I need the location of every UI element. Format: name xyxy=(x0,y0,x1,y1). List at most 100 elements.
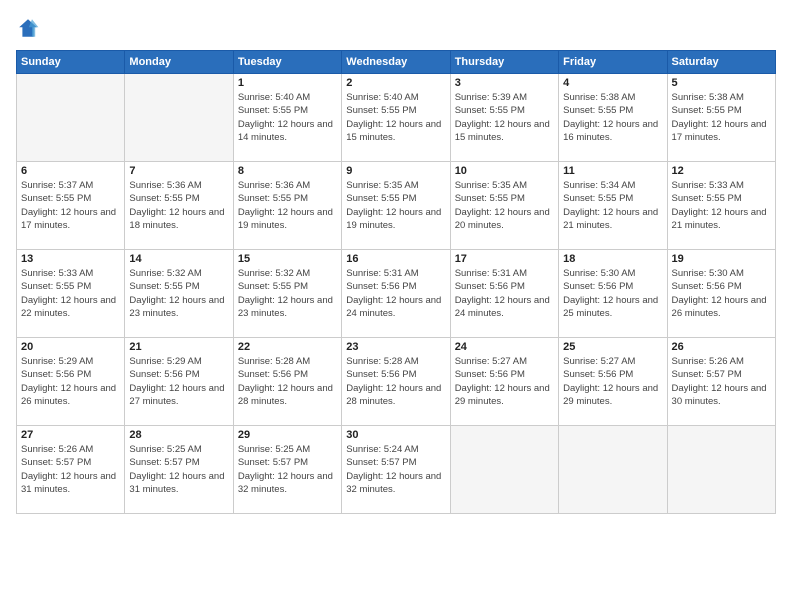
day-info: Sunrise: 5:24 AM Sunset: 5:57 PM Dayligh… xyxy=(346,443,445,496)
calendar-cell: 29 Sunrise: 5:25 AM Sunset: 5:57 PM Dayli… xyxy=(233,426,341,514)
day-info: Sunrise: 5:33 AM Sunset: 5:55 PM Dayligh… xyxy=(672,179,771,232)
day-info: Sunrise: 5:28 AM Sunset: 5:56 PM Dayligh… xyxy=(238,355,337,408)
calendar-cell: 27Sunrise: 5:26 AM Sunset: 5:57 PM Dayli… xyxy=(17,426,125,514)
day-number: 22 xyxy=(238,341,337,353)
logo xyxy=(16,16,44,40)
logo-icon xyxy=(16,16,40,40)
day-info: Sunrise: 5:31 AM Sunset: 5:56 PM Dayligh… xyxy=(346,267,445,320)
calendar-cell: 6 Sunrise: 5:37 AM Sunset: 5:55 PM Daylig… xyxy=(17,162,125,250)
calendar-cell: 10Sunrise: 5:35 AM Sunset: 5:55 PM Dayli… xyxy=(450,162,558,250)
day-number: 2 xyxy=(346,77,445,89)
calendar-cell: 23Sunrise: 5:28 AM Sunset: 5:56 PM Dayli… xyxy=(342,338,450,426)
calendar-header-thursday: Thursday xyxy=(450,51,558,74)
day-info: Sunrise: 5:39 AM Sunset: 5:55 PM Dayligh… xyxy=(455,91,554,144)
calendar-cell: 26Sunrise: 5:26 AM Sunset: 5:57 PM Dayli… xyxy=(667,338,775,426)
day-info: Sunrise: 5:35 AM Sunset: 5:55 PM Dayligh… xyxy=(455,179,554,232)
day-info: Sunrise: 5:25 AM Sunset: 5:57 PM Dayligh… xyxy=(129,443,228,496)
calendar-cell: 18Sunrise: 5:30 AM Sunset: 5:56 PM Dayli… xyxy=(559,250,667,338)
day-number: 14 xyxy=(129,253,228,265)
calendar-cell: 21 Sunrise: 5:29 AM Sunset: 5:56 PM Dayli… xyxy=(125,338,233,426)
day-info: Sunrise: 5:38 AM Sunset: 5:55 PM Dayligh… xyxy=(672,91,771,144)
day-info: Sunrise: 5:40 AM Sunset: 5:55 PM Dayligh… xyxy=(346,91,445,144)
day-info: Sunrise: 5:34 AM Sunset: 5:55 PM Dayligh… xyxy=(563,179,662,232)
day-number: 13 xyxy=(21,253,120,265)
calendar-cell: 11 Sunrise: 5:34 AM Sunset: 5:55 PM Dayli… xyxy=(559,162,667,250)
calendar-cell: 15 Sunrise: 5:32 AM Sunset: 5:55 PM Dayli… xyxy=(233,250,341,338)
calendar-cell: 17Sunrise: 5:31 AM Sunset: 5:56 PM Dayli… xyxy=(450,250,558,338)
day-number: 20 xyxy=(21,341,120,353)
day-info: Sunrise: 5:38 AM Sunset: 5:55 PM Dayligh… xyxy=(563,91,662,144)
day-info: Sunrise: 5:29 AM Sunset: 5:56 PM Dayligh… xyxy=(129,355,228,408)
day-info: Sunrise: 5:29 AM Sunset: 5:56 PM Dayligh… xyxy=(21,355,120,408)
calendar-cell: 13 Sunrise: 5:33 AM Sunset: 5:55 PM Dayli… xyxy=(17,250,125,338)
page: SundayMondayTuesdayWednesdayThursdayFrid… xyxy=(0,0,792,612)
calendar-cell: 9 Sunrise: 5:35 AM Sunset: 5:55 PM Daylig… xyxy=(342,162,450,250)
calendar-header-monday: Monday xyxy=(125,51,233,74)
day-info: Sunrise: 5:40 AM Sunset: 5:55 PM Dayligh… xyxy=(238,91,337,144)
day-number: 19 xyxy=(672,253,771,265)
day-number: 29 xyxy=(238,429,337,441)
day-number: 8 xyxy=(238,165,337,177)
calendar-cell xyxy=(559,426,667,514)
calendar-header-saturday: Saturday xyxy=(667,51,775,74)
calendar-week-2: 6 Sunrise: 5:37 AM Sunset: 5:55 PM Daylig… xyxy=(17,162,776,250)
day-number: 1 xyxy=(238,77,337,89)
calendar-header-row: SundayMondayTuesdayWednesdayThursdayFrid… xyxy=(17,51,776,74)
day-number: 4 xyxy=(563,77,662,89)
day-info: Sunrise: 5:33 AM Sunset: 5:55 PM Dayligh… xyxy=(21,267,120,320)
calendar-cell: 30 Sunrise: 5:24 AM Sunset: 5:57 PM Dayli… xyxy=(342,426,450,514)
calendar-cell: 12 Sunrise: 5:33 AM Sunset: 5:55 PM Dayli… xyxy=(667,162,775,250)
calendar-cell: 7 Sunrise: 5:36 AM Sunset: 5:55 PM Daylig… xyxy=(125,162,233,250)
calendar-week-4: 20 Sunrise: 5:29 AM Sunset: 5:56 PM Dayli… xyxy=(17,338,776,426)
day-number: 5 xyxy=(672,77,771,89)
day-info: Sunrise: 5:36 AM Sunset: 5:55 PM Dayligh… xyxy=(129,179,228,232)
calendar-cell xyxy=(450,426,558,514)
calendar-cell: 28 Sunrise: 5:25 AM Sunset: 5:57 PM Dayli… xyxy=(125,426,233,514)
day-number: 18 xyxy=(563,253,662,265)
day-number: 16 xyxy=(346,253,445,265)
day-info: Sunrise: 5:25 AM Sunset: 5:57 PM Dayligh… xyxy=(238,443,337,496)
day-number: 30 xyxy=(346,429,445,441)
day-number: 21 xyxy=(129,341,228,353)
day-info: Sunrise: 5:27 AM Sunset: 5:56 PM Dayligh… xyxy=(563,355,662,408)
day-info: Sunrise: 5:27 AM Sunset: 5:56 PM Dayligh… xyxy=(455,355,554,408)
calendar-cell xyxy=(125,74,233,162)
day-info: Sunrise: 5:37 AM Sunset: 5:55 PM Dayligh… xyxy=(21,179,120,232)
calendar-header-tuesday: Tuesday xyxy=(233,51,341,74)
day-number: 24 xyxy=(455,341,554,353)
calendar-cell xyxy=(17,74,125,162)
calendar-cell: 8 Sunrise: 5:36 AM Sunset: 5:55 PM Daylig… xyxy=(233,162,341,250)
day-number: 27 xyxy=(21,429,120,441)
calendar-cell: 22 Sunrise: 5:28 AM Sunset: 5:56 PM Dayli… xyxy=(233,338,341,426)
calendar-cell: 25 Sunrise: 5:27 AM Sunset: 5:56 PM Dayli… xyxy=(559,338,667,426)
day-number: 28 xyxy=(129,429,228,441)
calendar-cell: 14Sunrise: 5:32 AM Sunset: 5:55 PM Dayli… xyxy=(125,250,233,338)
calendar-week-3: 13 Sunrise: 5:33 AM Sunset: 5:55 PM Dayli… xyxy=(17,250,776,338)
calendar-header-wednesday: Wednesday xyxy=(342,51,450,74)
day-number: 25 xyxy=(563,341,662,353)
day-number: 17 xyxy=(455,253,554,265)
day-info: Sunrise: 5:35 AM Sunset: 5:55 PM Dayligh… xyxy=(346,179,445,232)
calendar-cell: 2 Sunrise: 5:40 AM Sunset: 5:55 PM Daylig… xyxy=(342,74,450,162)
day-number: 15 xyxy=(238,253,337,265)
day-number: 11 xyxy=(563,165,662,177)
day-info: Sunrise: 5:30 AM Sunset: 5:56 PM Dayligh… xyxy=(672,267,771,320)
day-number: 9 xyxy=(346,165,445,177)
day-number: 12 xyxy=(672,165,771,177)
calendar-cell xyxy=(667,426,775,514)
calendar-cell: 24 Sunrise: 5:27 AM Sunset: 5:56 PM Dayli… xyxy=(450,338,558,426)
day-info: Sunrise: 5:32 AM Sunset: 5:55 PM Dayligh… xyxy=(238,267,337,320)
calendar-week-1: 1 Sunrise: 5:40 AM Sunset: 5:55 PM Daylig… xyxy=(17,74,776,162)
calendar-week-5: 27Sunrise: 5:26 AM Sunset: 5:57 PM Dayli… xyxy=(17,426,776,514)
day-number: 7 xyxy=(129,165,228,177)
calendar-cell: 5 Sunrise: 5:38 AM Sunset: 5:55 PM Daylig… xyxy=(667,74,775,162)
header xyxy=(16,16,776,40)
day-number: 3 xyxy=(455,77,554,89)
day-number: 6 xyxy=(21,165,120,177)
calendar: SundayMondayTuesdayWednesdayThursdayFrid… xyxy=(16,50,776,514)
day-info: Sunrise: 5:36 AM Sunset: 5:55 PM Dayligh… xyxy=(238,179,337,232)
calendar-cell: 3 Sunrise: 5:39 AM Sunset: 5:55 PM Daylig… xyxy=(450,74,558,162)
calendar-cell: 19 Sunrise: 5:30 AM Sunset: 5:56 PM Dayli… xyxy=(667,250,775,338)
calendar-cell: 16 Sunrise: 5:31 AM Sunset: 5:56 PM Dayli… xyxy=(342,250,450,338)
day-info: Sunrise: 5:26 AM Sunset: 5:57 PM Dayligh… xyxy=(672,355,771,408)
